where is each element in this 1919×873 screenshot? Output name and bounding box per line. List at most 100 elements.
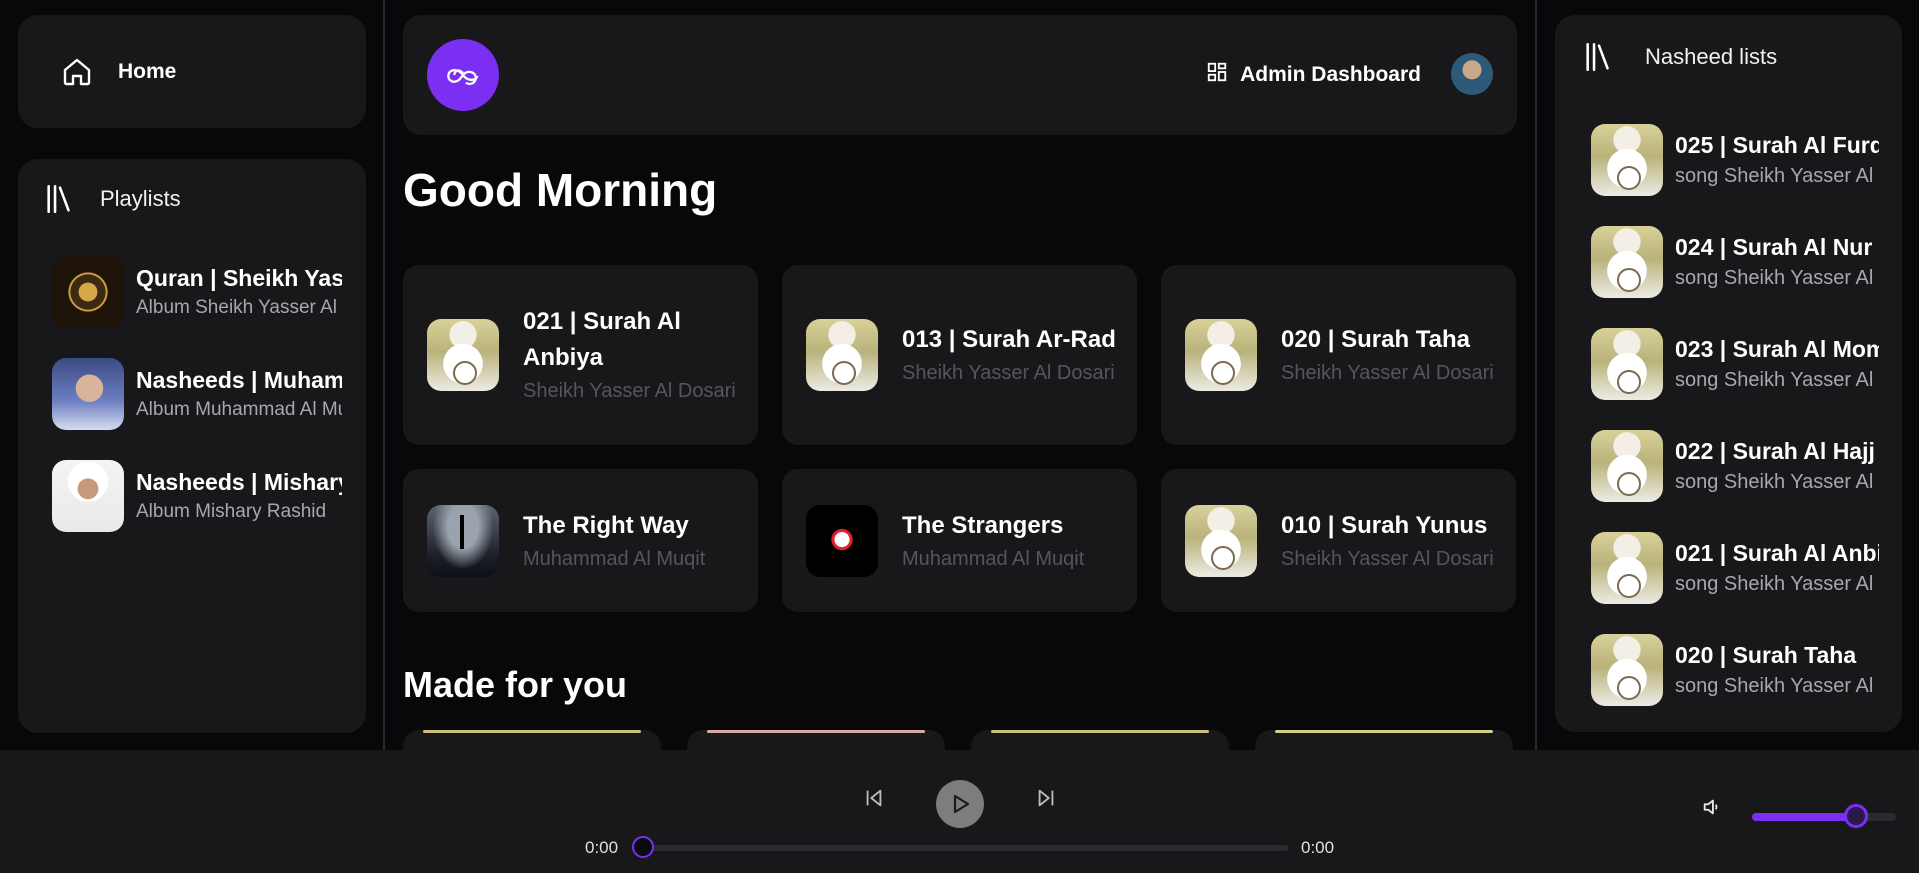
- made-for-you-card[interactable]: [1255, 730, 1513, 750]
- greeting-heading: Good Morning: [403, 164, 718, 216]
- track-title: 013 | Surah Ar-Rad: [902, 326, 1116, 353]
- song-subtitle: song Sheikh Yasser Al Dosari: [1675, 675, 1879, 697]
- recent-tile[interactable]: 020 | Surah Taha Sheikh Yasser Al Dosari: [1161, 265, 1516, 445]
- song-subtitle: song Sheikh Yasser Al Dosari: [1675, 267, 1879, 289]
- track-artist: Sheikh Yasser Al Dosari: [1281, 547, 1494, 570]
- nasheed-list: 025 | Surah Al Furqan song Sheikh Yasser …: [1581, 109, 1902, 721]
- song-cover: [1591, 226, 1663, 298]
- dashboard-icon: [1206, 61, 1228, 88]
- nasheed-lists-panel: Nasheed lists 025 | Surah Al Furqan song …: [1555, 15, 1902, 732]
- track-artist: Sheikh Yasser Al Dosari: [1281, 362, 1494, 384]
- admin-dashboard-link[interactable]: Admin Dashboard: [1206, 61, 1421, 88]
- track-artist: Muhammad Al Muqit: [523, 547, 706, 570]
- song-subtitle: song Sheikh Yasser Al Dosari: [1675, 369, 1879, 391]
- made-for-you-card[interactable]: [687, 730, 945, 750]
- song-cover: [1591, 634, 1663, 706]
- recent-tile[interactable]: The Right Way Muhammad Al Muqit: [403, 469, 758, 612]
- playlist-title: Nasheeds | Muhammad Al Muqit: [136, 367, 342, 393]
- current-time: 0:00: [585, 838, 619, 857]
- library-icon: [42, 181, 78, 217]
- track-title: The Right Way: [523, 511, 689, 539]
- recent-grid: 021 | Surah Al Anbiya Sheikh Yasser Al D…: [403, 265, 1517, 612]
- track-cover: [1185, 319, 1257, 391]
- volume-fill: [1752, 813, 1856, 821]
- infinity-logo-icon[interactable]: [427, 39, 499, 111]
- song-cover: [1591, 328, 1663, 400]
- nasheed-item[interactable]: 023 | Surah Al Mominun song Sheikh Yasser…: [1581, 313, 1902, 415]
- next-track-button[interactable]: [1032, 780, 1060, 816]
- card-cover-edge: [1275, 730, 1493, 733]
- main-content[interactable]: Admin Dashboard Good Morning 021 | Surah…: [403, 15, 1517, 750]
- home-nav-item[interactable]: Home: [18, 15, 366, 128]
- playlist-subtitle: Album Sheikh Yasser Al Dosari: [136, 297, 342, 318]
- skip-forward-icon: [1038, 789, 1054, 807]
- made-for-you-card[interactable]: [971, 730, 1229, 750]
- volume-icon[interactable]: [1700, 795, 1724, 819]
- recent-tile[interactable]: The Strangers Muhammad Al Muqit: [782, 469, 1137, 612]
- song-title: 022 | Surah Al Hajj: [1675, 438, 1875, 464]
- card-cover-edge: [707, 730, 925, 733]
- song-title: 020 | Surah Taha: [1675, 642, 1857, 668]
- nasheed-item[interactable]: 024 | Surah Al Nur song Sheikh Yasser Al …: [1581, 211, 1902, 313]
- volume-handle[interactable]: [1843, 804, 1868, 828]
- progress-track[interactable]: [643, 845, 1289, 851]
- track-title: 020 | Surah Taha: [1281, 326, 1471, 353]
- nasheed-item[interactable]: 022 | Surah Al Hajj song Sheikh Yasser Al…: [1581, 415, 1902, 517]
- duration-time: 0:00: [1301, 838, 1335, 857]
- recent-tile[interactable]: 021 | Surah Al Anbiya Sheikh Yasser Al D…: [403, 265, 758, 445]
- playlist-cover: [52, 358, 124, 430]
- playlist-title: Nasheeds | Mishary Rashid: [136, 469, 342, 495]
- home-label: Home: [118, 59, 177, 83]
- player-bar: 0:00 0:00: [0, 750, 1919, 873]
- playlist-item[interactable]: Nasheeds | Mishary Rashid Album Mishary …: [42, 445, 366, 547]
- play-icon: [953, 794, 970, 814]
- nasheed-lists-title: Nasheed lists: [1645, 44, 1778, 69]
- track-cover: [427, 504, 499, 577]
- playlist-subtitle: Album Muhammad Al Muqit: [136, 399, 342, 420]
- progress-handle[interactable]: [632, 836, 654, 858]
- playlist-title: Quran | Sheikh Yasser Al Dosari: [136, 265, 342, 291]
- track-cover: [806, 319, 878, 391]
- track-cover: [806, 504, 878, 577]
- play-button[interactable]: [936, 780, 984, 828]
- song-title: 024 | Surah Al Nur: [1675, 234, 1873, 260]
- track-artist: Sheikh Yasser Al Dosari: [902, 362, 1115, 384]
- playlist-item[interactable]: Nasheeds | Muhammad Al Muqit Album Muham…: [42, 343, 366, 445]
- song-title: 023 | Surah Al Mominun: [1675, 336, 1879, 362]
- playlists-title: Playlists: [100, 186, 181, 211]
- left-divider: [383, 0, 385, 750]
- track-artist: Sheikh Yasser Al Dosari: [523, 380, 736, 402]
- nasheed-item[interactable]: 020 | Surah Taha song Sheikh Yasser Al Do…: [1581, 619, 1902, 721]
- song-title: 025 | Surah Al Furqan: [1675, 132, 1879, 158]
- library-icon: [1581, 39, 1617, 75]
- track-artist: Muhammad Al Muqit: [902, 547, 1085, 570]
- skip-back-icon: [866, 789, 882, 807]
- track-cover: [1185, 504, 1257, 577]
- recent-tile[interactable]: 010 | Surah Yunus Sheikh Yasser Al Dosar…: [1161, 469, 1516, 612]
- nasheed-item[interactable]: 025 | Surah Al Furqan song Sheikh Yasser …: [1581, 109, 1902, 211]
- song-title: 021 | Surah Al Anbiya: [1675, 540, 1879, 566]
- song-subtitle: song Sheikh Yasser Al Dosari: [1675, 471, 1879, 493]
- top-bar: Admin Dashboard: [403, 15, 1517, 135]
- playlist-item[interactable]: Quran | Sheikh Yasser Al Dosari Album Sh…: [42, 241, 366, 343]
- app: Home Playlists Quran | Sheikh Yasser Al …: [0, 0, 1919, 873]
- song-cover: [1591, 430, 1663, 502]
- song-cover: [1591, 532, 1663, 604]
- playlist-cover: [52, 460, 124, 532]
- card-cover-edge: [423, 730, 641, 733]
- volume-slider[interactable]: [1752, 813, 1896, 821]
- nasheed-item[interactable]: 021 | Surah Al Anbiya song Sheikh Yasser …: [1581, 517, 1902, 619]
- made-for-you-card[interactable]: [403, 730, 661, 750]
- left-sidebar: Home Playlists Quran | Sheikh Yasser Al …: [18, 15, 366, 733]
- user-avatar[interactable]: [1451, 53, 1493, 95]
- playlists-header: Playlists: [42, 181, 366, 217]
- track-title: The Strangers: [902, 511, 1064, 539]
- admin-dashboard-label: Admin Dashboard: [1240, 62, 1421, 86]
- song-subtitle: song Sheikh Yasser Al Dosari: [1675, 165, 1879, 187]
- made-for-you-heading: Made for you: [403, 664, 628, 705]
- playlist-list: Quran | Sheikh Yasser Al Dosari Album Sh…: [42, 241, 366, 547]
- recent-tile[interactable]: 013 | Surah Ar-Rad Sheikh Yasser Al Dosa…: [782, 265, 1137, 445]
- playlist-subtitle: Album Mishary Rashid: [136, 501, 327, 522]
- previous-track-button[interactable]: [860, 780, 888, 816]
- playlist-cover: [52, 256, 124, 328]
